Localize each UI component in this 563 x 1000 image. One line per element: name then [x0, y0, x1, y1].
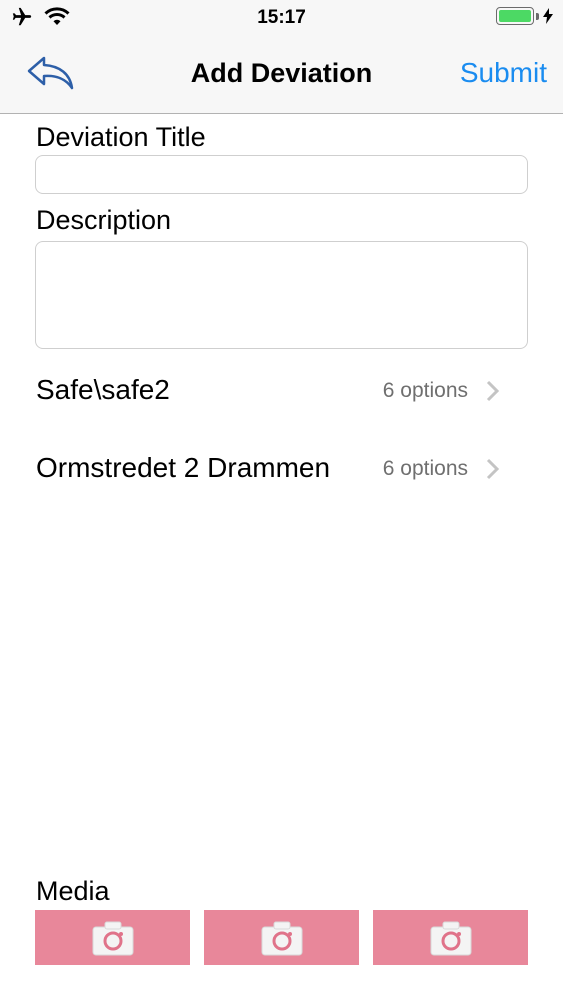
chevron-right-icon [486, 380, 500, 402]
battery-tip [536, 12, 539, 20]
deviation-title-label: Deviation Title [36, 122, 206, 152]
battery-level-fill [499, 10, 531, 22]
nav-bar: Add Deviation Submit [0, 36, 563, 114]
battery-icon [496, 7, 534, 25]
option-row-ormstredet[interactable]: Ormstredet 2 Drammen 6 options [36, 448, 506, 488]
deviation-title-input[interactable] [35, 155, 528, 194]
media-tile-2[interactable] [204, 910, 359, 965]
camera-icon [430, 921, 472, 956]
option-row-safe[interactable]: Safe\safe2 6 options [36, 370, 506, 410]
chevron-right-icon [486, 458, 500, 480]
status-time: 15:17 [257, 7, 306, 28]
submit-button[interactable]: Submit [460, 57, 547, 89]
camera-icon [261, 921, 303, 956]
status-bar: 15:17 [0, 0, 563, 36]
status-right [496, 7, 553, 25]
description-label: Description [36, 205, 172, 235]
media-tile-3[interactable] [373, 910, 528, 965]
description-input[interactable] [35, 241, 528, 349]
camera-icon [92, 921, 134, 956]
media-label: Media [36, 876, 110, 906]
option-label: Safe\safe2 [36, 374, 170, 405]
charging-bolt-icon [543, 8, 553, 24]
media-tile-1[interactable] [35, 910, 190, 965]
option-label: Ormstredet 2 Drammen [36, 452, 331, 483]
option-count: 6 options [382, 379, 468, 402]
option-count: 6 options [382, 457, 468, 480]
